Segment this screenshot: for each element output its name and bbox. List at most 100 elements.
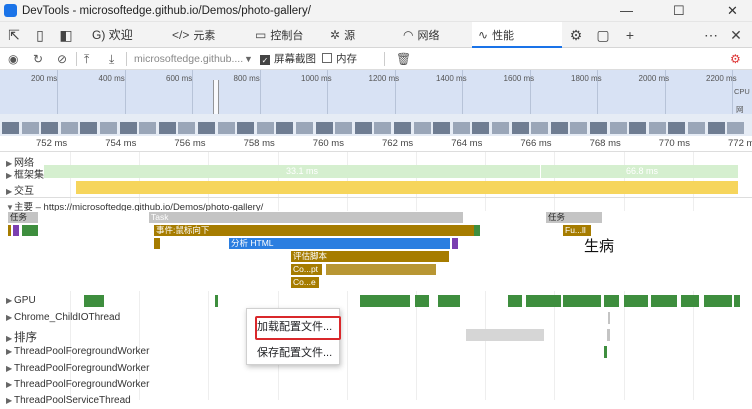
interactions-track[interactable]: ▶ 交互 bbox=[0, 180, 752, 197]
gpu-activity-slice[interactable] bbox=[651, 295, 677, 307]
event-bar[interactable] bbox=[8, 225, 11, 236]
activity-slice[interactable] bbox=[604, 346, 607, 358]
interaction-bar[interactable] bbox=[76, 181, 738, 194]
screenshot-thumbnail[interactable] bbox=[433, 122, 451, 134]
reload-icon[interactable]: ↻ bbox=[33, 51, 43, 67]
trash-icon[interactable]: 🗑 bbox=[396, 51, 411, 67]
screenshot-thumbnail[interactable] bbox=[256, 122, 274, 134]
activity-slice[interactable] bbox=[607, 329, 610, 341]
gpu-activity-slice[interactable] bbox=[438, 295, 460, 307]
screenshot-thumbnail[interactable] bbox=[335, 122, 353, 134]
screenshot-thumbnail[interactable] bbox=[21, 122, 39, 134]
close-window-button[interactable]: ✕ bbox=[727, 3, 738, 19]
screenshot-thumbnail[interactable] bbox=[727, 122, 745, 134]
more-options-button[interactable]: ⋯ bbox=[703, 26, 719, 44]
gpu-activity-slice[interactable] bbox=[563, 295, 601, 307]
threadpool-track[interactable]: ▶ ThreadPoolForegroundWorker bbox=[0, 377, 752, 393]
screenshot-thumbnail[interactable] bbox=[668, 122, 686, 134]
screenshot-thumbnail[interactable] bbox=[629, 122, 647, 134]
screenshot-thumbnail[interactable] bbox=[394, 122, 411, 134]
dock-panel-icon[interactable]: ◧ bbox=[58, 26, 74, 44]
save-profile-menu-item[interactable]: 保存配置文件... bbox=[257, 344, 332, 360]
gpu-activity-slice[interactable] bbox=[604, 295, 619, 307]
minimize-button[interactable]: — bbox=[620, 3, 633, 18]
gpu-track[interactable]: ▶ GPU bbox=[0, 293, 752, 309]
threadpool-service-track[interactable]: ▶ ThreadPoolServiceThread bbox=[0, 393, 752, 409]
load-profile-menu-item[interactable]: 加载配置文件... bbox=[255, 316, 341, 340]
screenshot-thumbnail[interactable] bbox=[119, 122, 137, 134]
screenshot-thumbnail[interactable] bbox=[198, 122, 215, 134]
event-bar[interactable] bbox=[13, 225, 19, 236]
gpu-activity-slice[interactable] bbox=[526, 295, 561, 307]
memory-checkbox[interactable]: 内存 bbox=[322, 51, 357, 67]
gpu-activity-slice[interactable] bbox=[84, 295, 104, 307]
screenshot-thumbnail[interactable] bbox=[452, 122, 470, 134]
threadpool-track[interactable]: ▶ ThreadPoolForegroundWorker bbox=[0, 344, 752, 360]
gpu-activity-slice[interactable] bbox=[734, 295, 740, 307]
screenshot-thumbnail[interactable] bbox=[590, 122, 607, 134]
gpu-activity-slice[interactable] bbox=[624, 295, 648, 307]
screenshot-thumbnail[interactable] bbox=[374, 122, 392, 134]
screenshot-thumbnail[interactable] bbox=[354, 122, 372, 134]
download-icon[interactable]: ⤓ bbox=[109, 51, 114, 67]
screenshot-thumbnail[interactable] bbox=[60, 122, 78, 134]
screenshot-thumbnail[interactable] bbox=[296, 122, 313, 134]
gpu-activity-slice[interactable] bbox=[508, 295, 522, 307]
upload-icon[interactable]: ⤒ bbox=[84, 51, 89, 67]
gpu-activity-slice[interactable] bbox=[360, 295, 410, 307]
task-bar[interactable]: 任务 bbox=[546, 212, 602, 223]
screenshot-thumbnail[interactable] bbox=[413, 122, 431, 134]
tab-welcome[interactable]: G) 欢迎 bbox=[92, 22, 133, 48]
frames-track[interactable]: 33.1 ms 66.8 ms ▶ 框架集 bbox=[0, 164, 752, 181]
event-bar[interactable] bbox=[22, 225, 38, 236]
event-bar[interactable] bbox=[474, 225, 480, 236]
screenshot-thumbnail[interactable] bbox=[217, 122, 235, 134]
sorting-track[interactable]: ▶ 排序 bbox=[0, 327, 752, 344]
tab-elements[interactable]: </> 元素 bbox=[172, 22, 215, 48]
threadpool-track[interactable]: ▶ ThreadPoolForegroundWorker bbox=[0, 361, 752, 377]
gpu-activity-slice[interactable] bbox=[415, 295, 429, 307]
tab-sources[interactable]: ✲ 源 bbox=[330, 22, 355, 48]
record-icon[interactable]: ◉ bbox=[8, 51, 18, 67]
screenshot-thumbnail[interactable] bbox=[648, 122, 666, 134]
screenshot-thumbnail[interactable] bbox=[570, 122, 588, 134]
task-bar[interactable]: Task bbox=[149, 212, 463, 223]
gpu-activity-slice[interactable] bbox=[704, 295, 732, 307]
gpu-activity-slice[interactable] bbox=[681, 295, 699, 307]
tab-console[interactable]: ▭ 控制台 bbox=[255, 22, 303, 48]
screenshot-thumbnail[interactable] bbox=[100, 122, 117, 134]
gpu-activity-slice[interactable] bbox=[215, 295, 218, 307]
screenshots-checkbox[interactable]: ✓ 屏幕截图 bbox=[260, 51, 316, 67]
clear-icon[interactable]: ⊘ bbox=[57, 51, 67, 67]
screenshot-thumbnail[interactable] bbox=[492, 122, 509, 134]
screenshot-thumbnail[interactable] bbox=[80, 122, 98, 134]
screenshot-thumbnail[interactable] bbox=[472, 122, 490, 134]
screenshot-thumbnail[interactable] bbox=[237, 122, 255, 134]
layout-bar[interactable] bbox=[452, 238, 458, 249]
childio-track[interactable]: ▶ Chrome_ChildIOThread bbox=[0, 310, 752, 326]
activity-slice[interactable] bbox=[466, 329, 544, 341]
tab-performance[interactable]: ∿ 性能 bbox=[472, 22, 562, 48]
flame-chart[interactable]: 任务 Task 任务 事件:鼠标向下 Fu...ll 分析 HTML 评估脚本 … bbox=[0, 211, 752, 291]
screenshot-thumbnail[interactable] bbox=[688, 122, 705, 134]
screenshot-thumbnail[interactable] bbox=[2, 122, 19, 134]
close-devtools-icon[interactable]: ✕ bbox=[728, 26, 744, 44]
maximize-button[interactable]: ☐ bbox=[673, 3, 685, 19]
evaluate-script-bar[interactable]: 评估脚本 bbox=[291, 251, 449, 262]
main-track-header[interactable]: ▼主要 – https://microsoftedge.github.io/De… bbox=[0, 197, 752, 213]
screenshot-thumbnail[interactable] bbox=[707, 122, 725, 134]
screenshot-thumbnail[interactable] bbox=[276, 122, 294, 134]
compile-script-bar[interactable]: Co...pt bbox=[291, 264, 322, 275]
timeline-overview[interactable]: 200 ms 400 ms 600 ms 800 ms 1000 ms 1200 ms 14… bbox=[0, 70, 752, 136]
capture-settings-gear-icon[interactable]: ⚙ bbox=[730, 51, 741, 67]
chevron-down-icon[interactable]: ▼ bbox=[244, 51, 253, 67]
recording-select[interactable]: microsoftedge.github.... bbox=[134, 51, 243, 67]
screenshot-thumbnail[interactable] bbox=[41, 122, 59, 134]
compile-code-bar[interactable]: Co...e bbox=[291, 277, 319, 288]
screenshot-thumbnail[interactable] bbox=[550, 122, 568, 134]
window-tab-icon[interactable]: ▢ bbox=[595, 26, 611, 44]
device-emulation-icon[interactable]: ▯ bbox=[32, 26, 48, 44]
screenshot-thumbnail[interactable] bbox=[315, 122, 333, 134]
screenshot-thumbnail[interactable] bbox=[511, 122, 529, 134]
settings-gear-tab-icon[interactable]: ⚙ bbox=[568, 26, 584, 44]
